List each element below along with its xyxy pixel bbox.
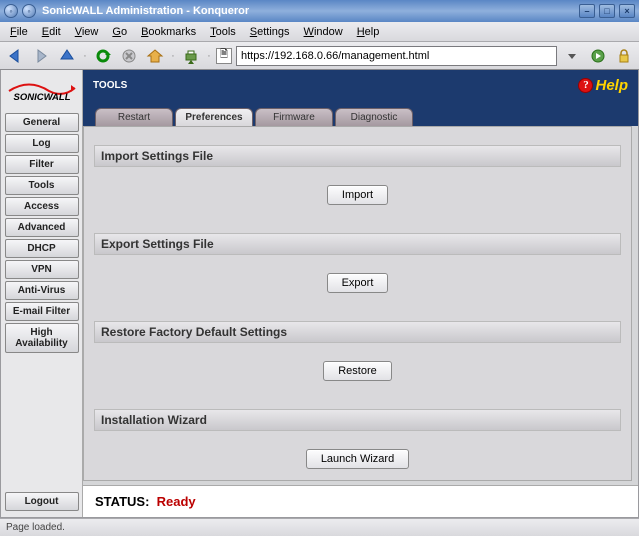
sidebar-item-tools[interactable]: Tools <box>5 176 79 195</box>
launch-wizard-button[interactable]: Launch Wizard <box>306 449 409 469</box>
app-pin-icon[interactable]: ◦ <box>22 4 36 18</box>
url-bar[interactable]: https://192.168.0.66/management.html <box>236 46 557 66</box>
logout-button[interactable]: Logout <box>5 492 79 511</box>
menu-file[interactable]: File <box>4 24 34 40</box>
menu-view[interactable]: View <box>69 24 105 40</box>
up-button[interactable] <box>56 45 78 67</box>
restore-button[interactable]: Restore <box>323 361 392 381</box>
tools-header: TOOLS ? Help <box>83 70 638 100</box>
print-button[interactable] <box>180 45 202 67</box>
content-area: TOOLS ? Help Restart Preferences Firmwar… <box>83 70 638 517</box>
svg-text:SONICWALL: SONICWALL <box>13 92 70 102</box>
app-body: SONICWALL General Log Filter Tools Acces… <box>0 70 639 518</box>
toolbar-separator: · <box>82 45 88 67</box>
app-menu-icon[interactable]: ◦ <box>4 4 18 18</box>
window-title: SonicWALL Administration - Konqueror <box>42 5 579 17</box>
browser-statusbar: Page loaded. <box>0 518 639 536</box>
sidebar-item-highavailability[interactable]: High Availability <box>5 323 79 353</box>
help-icon: ? <box>578 78 593 93</box>
status-text: Page loaded. <box>6 522 65 533</box>
menu-window[interactable]: Window <box>298 24 349 40</box>
sidebar-item-log[interactable]: Log <box>5 134 79 153</box>
page-title: TOOLS <box>93 80 127 91</box>
export-button[interactable]: Export <box>327 273 389 293</box>
tab-diagnostic[interactable]: Diagnostic <box>335 108 413 126</box>
menu-edit[interactable]: Edit <box>36 24 67 40</box>
sidebar-item-advanced[interactable]: Advanced <box>5 218 79 237</box>
section-export-header: Export Settings File <box>94 233 621 255</box>
window-titlebar: ◦ ◦ SonicWALL Administration - Konqueror… <box>0 0 639 22</box>
sidebar: SONICWALL General Log Filter Tools Acces… <box>1 70 83 517</box>
help-link[interactable]: ? Help <box>578 77 628 94</box>
security-button[interactable] <box>613 45 635 67</box>
tabstrip: Restart Preferences Firmware Diagnostic <box>83 100 638 126</box>
sidebar-item-dhcp[interactable]: DHCP <box>5 239 79 258</box>
status-label: STATUS: <box>95 494 149 509</box>
preferences-panel: Import Settings File Import Export Setti… <box>83 126 632 481</box>
toolbar-separator-3: · <box>206 45 212 67</box>
tab-firmware[interactable]: Firmware <box>255 108 333 126</box>
toolbar: · · · 🗎 https://192.168.0.66/management.… <box>0 42 639 70</box>
stop-button[interactable] <box>118 45 140 67</box>
toolbar-separator-2: · <box>170 45 176 67</box>
url-dropdown-button[interactable] <box>561 45 583 67</box>
sidebar-item-antivirus[interactable]: Anti-Virus <box>5 281 79 300</box>
sidebar-item-filter[interactable]: Filter <box>5 155 79 174</box>
sidebar-item-vpn[interactable]: VPN <box>5 260 79 279</box>
menu-go[interactable]: Go <box>106 24 133 40</box>
menubar: File Edit View Go Bookmarks Tools Settin… <box>0 22 639 42</box>
sidebar-item-emailfilter[interactable]: E-mail Filter <box>5 302 79 321</box>
help-label: Help <box>595 77 628 94</box>
minimize-button[interactable]: – <box>579 4 595 18</box>
import-button[interactable]: Import <box>327 185 388 205</box>
back-button[interactable] <box>4 45 26 67</box>
menu-help[interactable]: Help <box>351 24 386 40</box>
sidebar-item-general[interactable]: General <box>5 113 79 132</box>
menu-settings[interactable]: Settings <box>244 24 296 40</box>
tab-preferences[interactable]: Preferences <box>175 108 253 126</box>
url-favicon: 🗎 <box>216 48 232 64</box>
status-value: Ready <box>157 494 196 509</box>
tab-restart[interactable]: Restart <box>95 108 173 126</box>
close-button[interactable]: × <box>619 4 635 18</box>
sidebar-item-access[interactable]: Access <box>5 197 79 216</box>
section-wizard-header: Installation Wizard <box>94 409 621 431</box>
forward-button[interactable] <box>30 45 52 67</box>
menu-tools[interactable]: Tools <box>204 24 242 40</box>
section-restore-header: Restore Factory Default Settings <box>94 321 621 343</box>
menu-bookmarks[interactable]: Bookmarks <box>135 24 202 40</box>
reload-button[interactable] <box>92 45 114 67</box>
home-button[interactable] <box>144 45 166 67</box>
maximize-button[interactable]: □ <box>599 4 615 18</box>
sonicwall-logo: SONICWALL <box>1 70 82 112</box>
section-import-header: Import Settings File <box>94 145 621 167</box>
go-button[interactable] <box>587 45 609 67</box>
status-bar-inner: STATUS: Ready <box>83 485 638 517</box>
